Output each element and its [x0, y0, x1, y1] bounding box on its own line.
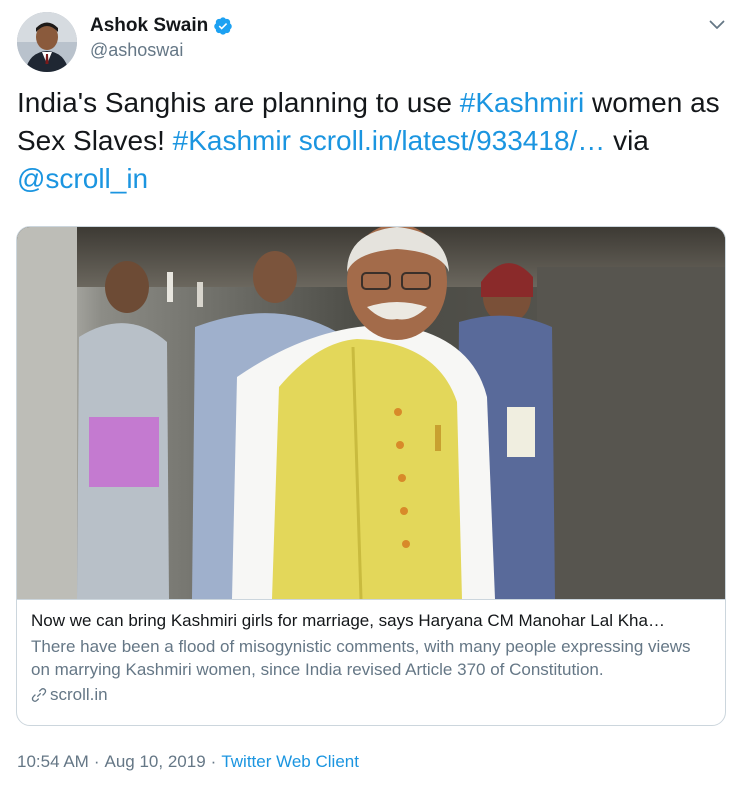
- mention-link[interactable]: @scroll_in: [17, 163, 148, 194]
- separator: ·: [210, 752, 217, 771]
- separator: ·: [93, 752, 100, 771]
- tweet-text: India's Sanghis are planning to use #Kas…: [17, 84, 729, 198]
- card-body: Now we can bring Kashmiri girls for marr…: [17, 599, 725, 725]
- card-description: There have been a flood of misogynistic …: [31, 637, 691, 679]
- tweet-text-part: [291, 125, 299, 156]
- tweet: Ashok Swain @ashoswai India's Sanghis ar…: [0, 0, 742, 797]
- verified-badge-icon: [213, 16, 233, 36]
- author-handle[interactable]: @ashoswai: [90, 40, 233, 61]
- author-block: Ashok Swain @ashoswai: [90, 13, 233, 61]
- tweet-text-part: India's Sanghis are planning to use: [17, 87, 460, 118]
- author-name[interactable]: Ashok Swain: [90, 15, 208, 37]
- client-link[interactable]: Twitter Web Client: [221, 752, 359, 772]
- tweet-date[interactable]: Aug 10, 2019: [105, 752, 206, 772]
- hashtag-link[interactable]: #Kashmir: [173, 125, 291, 156]
- hashtag-link[interactable]: #Kashmiri: [460, 87, 584, 118]
- card-title: Now we can bring Kashmiri girls for marr…: [31, 611, 665, 630]
- tweet-meta: 10:54 AM · Aug 10, 2019 · Twitter Web Cl…: [17, 752, 359, 772]
- link-icon: [31, 687, 47, 703]
- name-row: Ashok Swain: [90, 13, 233, 39]
- tweet-text-part: via: [605, 125, 649, 156]
- card-domain-text: scroll.in: [50, 685, 108, 704]
- card-domain: scroll.in: [31, 684, 711, 706]
- avatar[interactable]: [17, 12, 77, 72]
- tweet-time[interactable]: 10:54 AM: [17, 752, 89, 772]
- chevron-down-icon[interactable]: [706, 14, 728, 36]
- card-image: [17, 227, 725, 600]
- url-link[interactable]: scroll.in/latest/933418/…: [299, 125, 606, 156]
- link-card[interactable]: Now we can bring Kashmiri girls for marr…: [16, 226, 726, 726]
